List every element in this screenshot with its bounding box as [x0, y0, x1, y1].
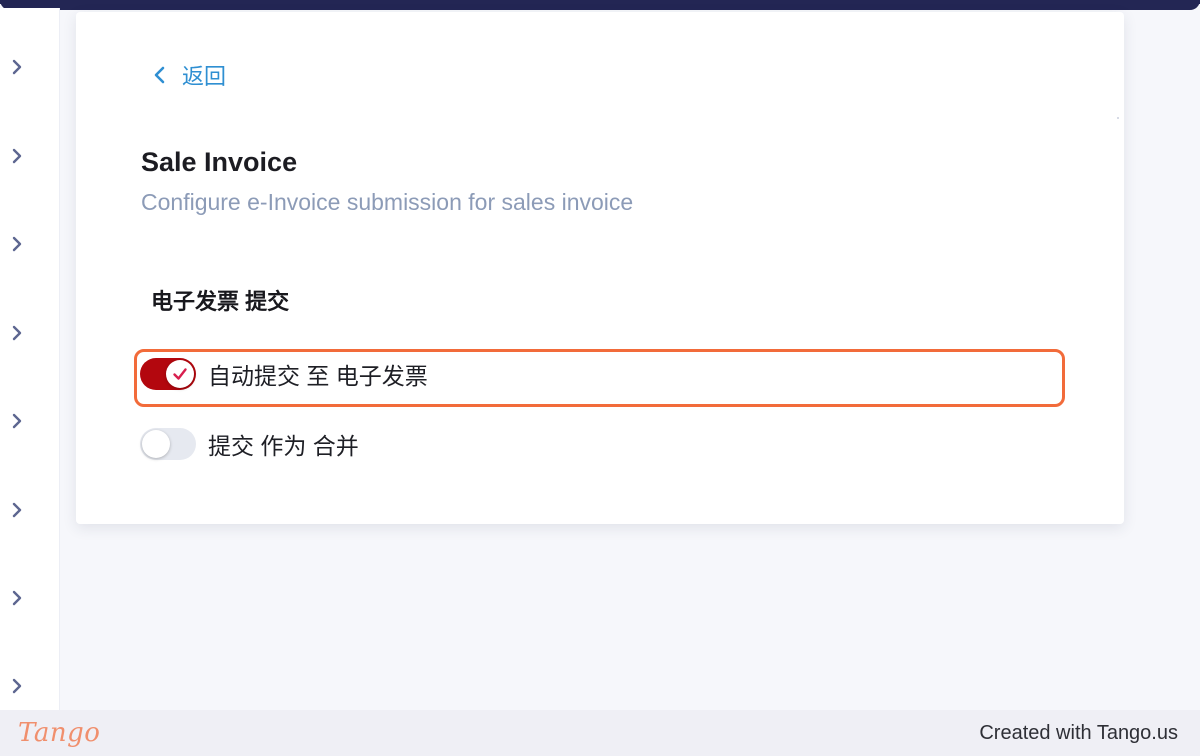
- chevron-left-icon: [152, 66, 168, 84]
- page-subtitle: Configure e-Invoice submission for sales…: [141, 189, 634, 215]
- sidebar: [0, 8, 60, 710]
- chevron-right-icon[interactable]: [9, 148, 25, 164]
- footer-credit: Created with Tango.us: [979, 721, 1178, 744]
- toggle-knob: [142, 430, 170, 458]
- auto-submit-toggle[interactable]: [140, 358, 196, 390]
- settings-card: 返回 Sale Invoice Configure e-Invoice subm…: [76, 12, 1124, 524]
- footer: Tango Created with Tango.us: [0, 710, 1200, 756]
- page-title: Sale Invoice: [141, 147, 298, 177]
- back-label: 返回: [182, 64, 227, 89]
- consolidated-toggle[interactable]: [140, 428, 196, 460]
- chevron-right-icon[interactable]: [9, 590, 25, 606]
- chevron-right-icon[interactable]: [9, 325, 25, 341]
- consolidated-label: 提交 作为 合并: [208, 433, 359, 459]
- chevron-right-icon[interactable]: [9, 236, 25, 252]
- window-top-border: [0, 0, 1200, 10]
- chevron-right-icon[interactable]: [9, 502, 25, 518]
- divider-dot: [1117, 117, 1119, 119]
- tango-logo: Tango: [18, 718, 101, 748]
- chevron-right-icon[interactable]: [9, 678, 25, 694]
- chevron-right-icon[interactable]: [9, 59, 25, 75]
- consolidated-row: 提交 作为 合并: [140, 425, 359, 463]
- back-link[interactable]: 返回: [152, 60, 226, 90]
- auto-submit-row: 自动提交 至 电子发票: [140, 355, 428, 393]
- toggle-knob: [166, 360, 194, 388]
- chevron-right-icon[interactable]: [9, 413, 25, 429]
- section-heading: 电子发票 提交: [151, 289, 290, 314]
- check-icon: [173, 368, 187, 380]
- screenshot-frame: 返回 Sale Invoice Configure e-Invoice subm…: [0, 0, 1200, 756]
- auto-submit-label: 自动提交 至 电子发票: [208, 363, 428, 389]
